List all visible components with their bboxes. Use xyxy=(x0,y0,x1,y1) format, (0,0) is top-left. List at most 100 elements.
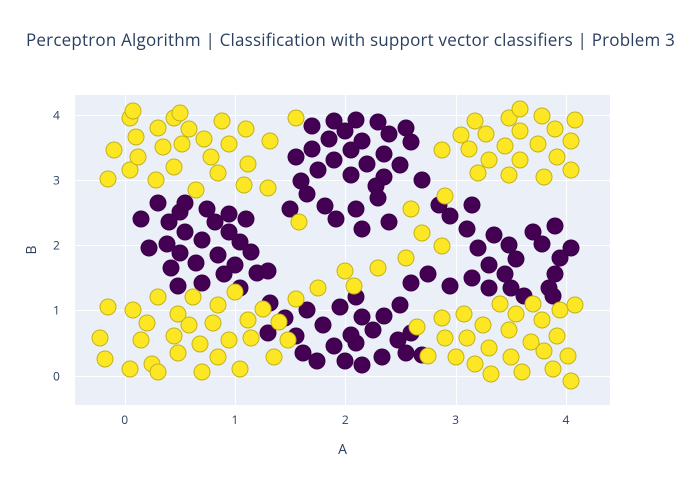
data-point[interactable] xyxy=(480,279,497,296)
data-point[interactable] xyxy=(210,246,227,263)
data-point[interactable] xyxy=(342,142,359,159)
data-point[interactable] xyxy=(265,349,282,366)
data-point[interactable] xyxy=(331,299,348,316)
data-point[interactable] xyxy=(480,340,497,357)
data-point[interactable] xyxy=(392,297,409,314)
data-point[interactable] xyxy=(467,355,484,372)
data-point[interactable] xyxy=(359,155,376,172)
data-point[interactable] xyxy=(524,295,541,312)
data-point[interactable] xyxy=(100,170,117,187)
data-point[interactable] xyxy=(304,140,321,157)
data-point[interactable] xyxy=(290,214,307,231)
data-point[interactable] xyxy=(125,103,142,120)
data-point[interactable] xyxy=(237,211,254,228)
data-point[interactable] xyxy=(453,127,470,144)
data-point[interactable] xyxy=(434,310,451,327)
data-point[interactable] xyxy=(353,356,370,373)
data-point[interactable] xyxy=(287,290,304,307)
data-point[interactable] xyxy=(375,145,392,162)
data-point[interactable] xyxy=(403,133,420,150)
data-point[interactable] xyxy=(546,266,563,283)
data-point[interactable] xyxy=(243,329,260,346)
data-point[interactable] xyxy=(279,331,296,348)
data-point[interactable] xyxy=(491,295,508,312)
data-point[interactable] xyxy=(436,188,453,205)
data-point[interactable] xyxy=(180,120,197,137)
data-point[interactable] xyxy=(243,243,260,260)
data-point[interactable] xyxy=(138,315,155,332)
data-point[interactable] xyxy=(482,366,499,383)
data-point[interactable] xyxy=(563,240,580,257)
data-point[interactable] xyxy=(419,266,436,283)
data-point[interactable] xyxy=(210,297,227,314)
data-point[interactable] xyxy=(155,139,172,156)
data-point[interactable] xyxy=(511,101,528,118)
data-point[interactable] xyxy=(546,120,563,137)
data-point[interactable] xyxy=(533,312,550,329)
data-point[interactable] xyxy=(204,315,221,332)
data-point[interactable] xyxy=(185,289,202,306)
data-point[interactable] xyxy=(500,321,517,338)
data-point[interactable] xyxy=(240,155,257,172)
data-point[interactable] xyxy=(397,250,414,267)
data-point[interactable] xyxy=(237,120,254,137)
data-point[interactable] xyxy=(480,152,497,169)
data-point[interactable] xyxy=(508,251,525,268)
data-point[interactable] xyxy=(414,171,431,188)
data-point[interactable] xyxy=(196,131,213,148)
data-point[interactable] xyxy=(458,329,475,346)
data-point[interactable] xyxy=(511,122,528,139)
data-point[interactable] xyxy=(434,238,451,255)
data-point[interactable] xyxy=(129,149,146,166)
data-point[interactable] xyxy=(478,126,495,143)
data-point[interactable] xyxy=(353,220,370,237)
data-point[interactable] xyxy=(456,305,473,322)
data-point[interactable] xyxy=(436,329,453,346)
data-point[interactable] xyxy=(235,177,252,194)
data-point[interactable] xyxy=(177,224,194,241)
data-point[interactable] xyxy=(530,135,547,152)
data-point[interactable] xyxy=(502,349,519,366)
data-point[interactable] xyxy=(414,225,431,242)
data-point[interactable] xyxy=(544,361,561,378)
data-point[interactable] xyxy=(221,331,238,348)
data-point[interactable] xyxy=(560,348,577,365)
data-point[interactable] xyxy=(149,364,166,381)
data-point[interactable] xyxy=(467,113,484,130)
data-point[interactable] xyxy=(149,289,166,306)
data-point[interactable] xyxy=(434,142,451,159)
data-point[interactable] xyxy=(381,214,398,231)
data-point[interactable] xyxy=(210,165,227,182)
data-point[interactable] xyxy=(563,162,580,179)
data-point[interactable] xyxy=(508,305,525,322)
data-point[interactable] xyxy=(563,132,580,149)
data-point[interactable] xyxy=(193,231,210,248)
data-point[interactable] xyxy=(408,318,425,335)
data-point[interactable] xyxy=(500,166,517,183)
data-point[interactable] xyxy=(140,240,157,257)
data-point[interactable] xyxy=(546,217,563,234)
data-point[interactable] xyxy=(169,344,186,361)
data-point[interactable] xyxy=(166,158,183,175)
data-point[interactable] xyxy=(215,266,232,283)
data-point[interactable] xyxy=(373,348,390,365)
data-point[interactable] xyxy=(191,336,208,353)
data-point[interactable] xyxy=(149,119,166,136)
data-point[interactable] xyxy=(96,351,113,368)
data-point[interactable] xyxy=(326,152,343,169)
data-point[interactable] xyxy=(337,352,354,369)
data-point[interactable] xyxy=(549,149,566,166)
plot-area[interactable]: A B 0123401234 xyxy=(75,95,610,405)
data-point[interactable] xyxy=(160,214,177,231)
data-point[interactable] xyxy=(210,349,227,366)
data-point[interactable] xyxy=(202,149,219,166)
data-point[interactable] xyxy=(133,331,150,348)
data-point[interactable] xyxy=(563,372,580,389)
data-point[interactable] xyxy=(370,259,387,276)
data-point[interactable] xyxy=(326,338,343,355)
data-point[interactable] xyxy=(315,316,332,333)
data-point[interactable] xyxy=(298,186,315,203)
data-point[interactable] xyxy=(260,179,277,196)
data-point[interactable] xyxy=(166,328,183,345)
data-point[interactable] xyxy=(566,297,583,314)
